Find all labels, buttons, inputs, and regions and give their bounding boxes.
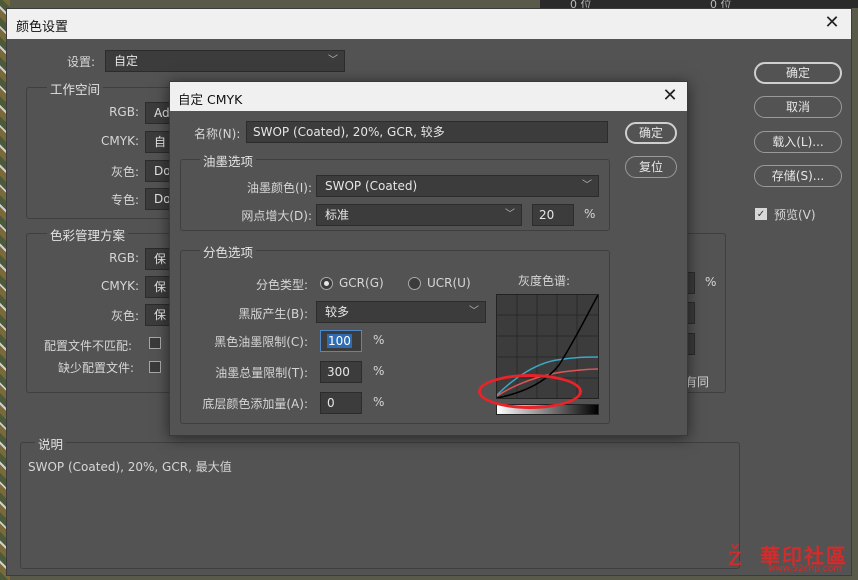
pol-gray-value: 保 [154, 308, 167, 322]
conversion-input[interactable] [687, 272, 695, 294]
name-label: 名称(N): [194, 127, 241, 141]
black-generation-value: 较多 [325, 305, 350, 319]
annotation-oval [478, 374, 582, 409]
gcr-label: GCR(G) [339, 276, 384, 290]
dot-gain-value: 标准 [325, 208, 350, 222]
close-icon[interactable]: ✕ [817, 9, 847, 39]
percent-sign: % [705, 275, 717, 289]
ws-rgb-value: Ad [154, 106, 170, 120]
description-text: SWOP (Coated), 20%, GCR, 最大值 [28, 460, 232, 474]
percent-sign: % [373, 333, 385, 347]
percent-sign: % [373, 364, 385, 378]
black-ink-limit-label: 黑色油墨限制(C): [214, 335, 308, 349]
settings-label: 设置: [67, 55, 96, 69]
policies-title: 色彩管理方案 [47, 225, 129, 244]
ucr-amount-value: 0 [327, 396, 335, 410]
ink-colors-label: 油墨颜色(I): [247, 181, 312, 195]
black-generation-select[interactable]: 较多 ﹀ [316, 301, 486, 323]
separation-type-label: 分色类型: [255, 278, 308, 292]
conversion-input[interactable] [687, 302, 695, 324]
ucr-amount-input[interactable]: 0 [320, 392, 362, 414]
pol-rgb-value: 保 [154, 252, 167, 266]
background-cell: 0 位 [570, 0, 592, 11]
mismatch-label: 配置文件不匹配: [44, 339, 133, 353]
preview-label: 预览(V) [774, 208, 816, 222]
conversion-input[interactable] [687, 333, 695, 355]
watermark-logo-icon: ž [728, 542, 742, 572]
pol-cmyk-label: CMYK: [101, 279, 139, 293]
cancel-button[interactable]: 取消 [754, 96, 842, 118]
watermark: ž 華印社區 www.52cnp.com [728, 540, 856, 578]
settings-select-value: 自定 [114, 54, 139, 68]
percent-sign: % [373, 395, 385, 409]
black-ink-limit-input[interactable]: 100 [320, 330, 362, 352]
ws-rgb-label: RGB: [109, 105, 139, 119]
ucr-label: UCR(U) [427, 276, 471, 290]
chevron-down-icon: ﹀ [582, 180, 592, 191]
preview-checkbox[interactable]: ✓ [755, 208, 767, 220]
total-ink-limit-label: 油墨总量限制(T): [215, 366, 308, 380]
pol-gray-label: 灰色: [110, 309, 139, 323]
description-title: 说明 [35, 434, 67, 453]
ws-spot-label: 专色: [110, 193, 139, 207]
ink-options-title: 油墨选项 [200, 151, 257, 170]
ink-colors-value: SWOP (Coated) [325, 179, 418, 193]
chevron-down-icon: ﹀ [469, 306, 479, 317]
mismatch-checkbox[interactable] [149, 337, 161, 349]
name-input[interactable]: SWOP (Coated), 20%, GCR, 较多 [246, 121, 608, 143]
chevron-down-icon: ﹀ [505, 209, 515, 220]
missing-checkbox[interactable] [149, 361, 161, 373]
ws-cmyk-label: CMYK: [101, 134, 139, 148]
pol-cmyk-value: 保 [154, 280, 167, 294]
ucr-radio[interactable] [408, 277, 421, 290]
settings-select[interactable]: 自定 ﹀ [105, 50, 345, 72]
dot-gain-label: 网点增大(D): [241, 209, 312, 223]
sub-ok-button[interactable]: 确定 [625, 122, 677, 144]
dot-gain-input[interactable]: 20 [532, 204, 574, 226]
ws-cmyk-value: 自 [154, 135, 167, 149]
total-ink-limit-input[interactable]: 300 [320, 361, 362, 383]
save-button[interactable]: 存储(S)... [754, 165, 842, 187]
close-icon[interactable]: ✕ [655, 82, 685, 112]
ucr-amount-label: 底层颜色添加量(A): [202, 397, 308, 411]
ok-button[interactable]: 确定 [754, 62, 842, 84]
option-fragment-label: 有同 [685, 375, 710, 389]
sub-dialog-title-bar[interactable]: 自定 CMYK ✕ [170, 82, 687, 111]
chevron-down-icon: ﹀ [328, 55, 338, 66]
black-generation-label: 黑版产生(B): [238, 307, 308, 321]
separation-options-title: 分色选项 [200, 242, 257, 261]
gcr-radio[interactable] [320, 277, 333, 290]
name-input-value: SWOP (Coated), 20%, GCR, 较多 [253, 125, 445, 139]
ink-colors-select[interactable]: SWOP (Coated) ﹀ [316, 175, 599, 197]
black-ink-limit-value: 100 [327, 334, 352, 348]
missing-label: 缺少配置文件: [58, 361, 135, 375]
pol-rgb-label: RGB: [109, 251, 139, 265]
dot-gain-amount: 20 [539, 208, 555, 222]
background-cell: 0 位 [710, 0, 732, 11]
dialog-title-bar[interactable]: 颜色设置 ✕ [7, 9, 851, 39]
custom-cmyk-dialog: 自定 CMYK ✕ 名称(N): SWOP (Coated), 20%, GCR… [169, 81, 688, 436]
ws-gray-label: 灰色: [110, 165, 139, 179]
load-button[interactable]: 载入(L)... [754, 131, 842, 153]
background-toolbar: 0 位 0 位 [540, 0, 858, 11]
percent-sign: % [584, 207, 596, 221]
dot-gain-select[interactable]: 标准 ﹀ [316, 204, 522, 226]
reset-button[interactable]: 复位 [625, 156, 677, 178]
watermark-url: www.52cnp.com [768, 564, 843, 574]
working-spaces-title: 工作空间 [47, 79, 104, 98]
gray-ramp-label: 灰度色谱: [518, 274, 571, 288]
dialog-title: 颜色设置 [16, 20, 69, 35]
sub-dialog-title: 自定 CMYK [178, 92, 243, 107]
total-ink-limit-value: 300 [327, 365, 350, 379]
